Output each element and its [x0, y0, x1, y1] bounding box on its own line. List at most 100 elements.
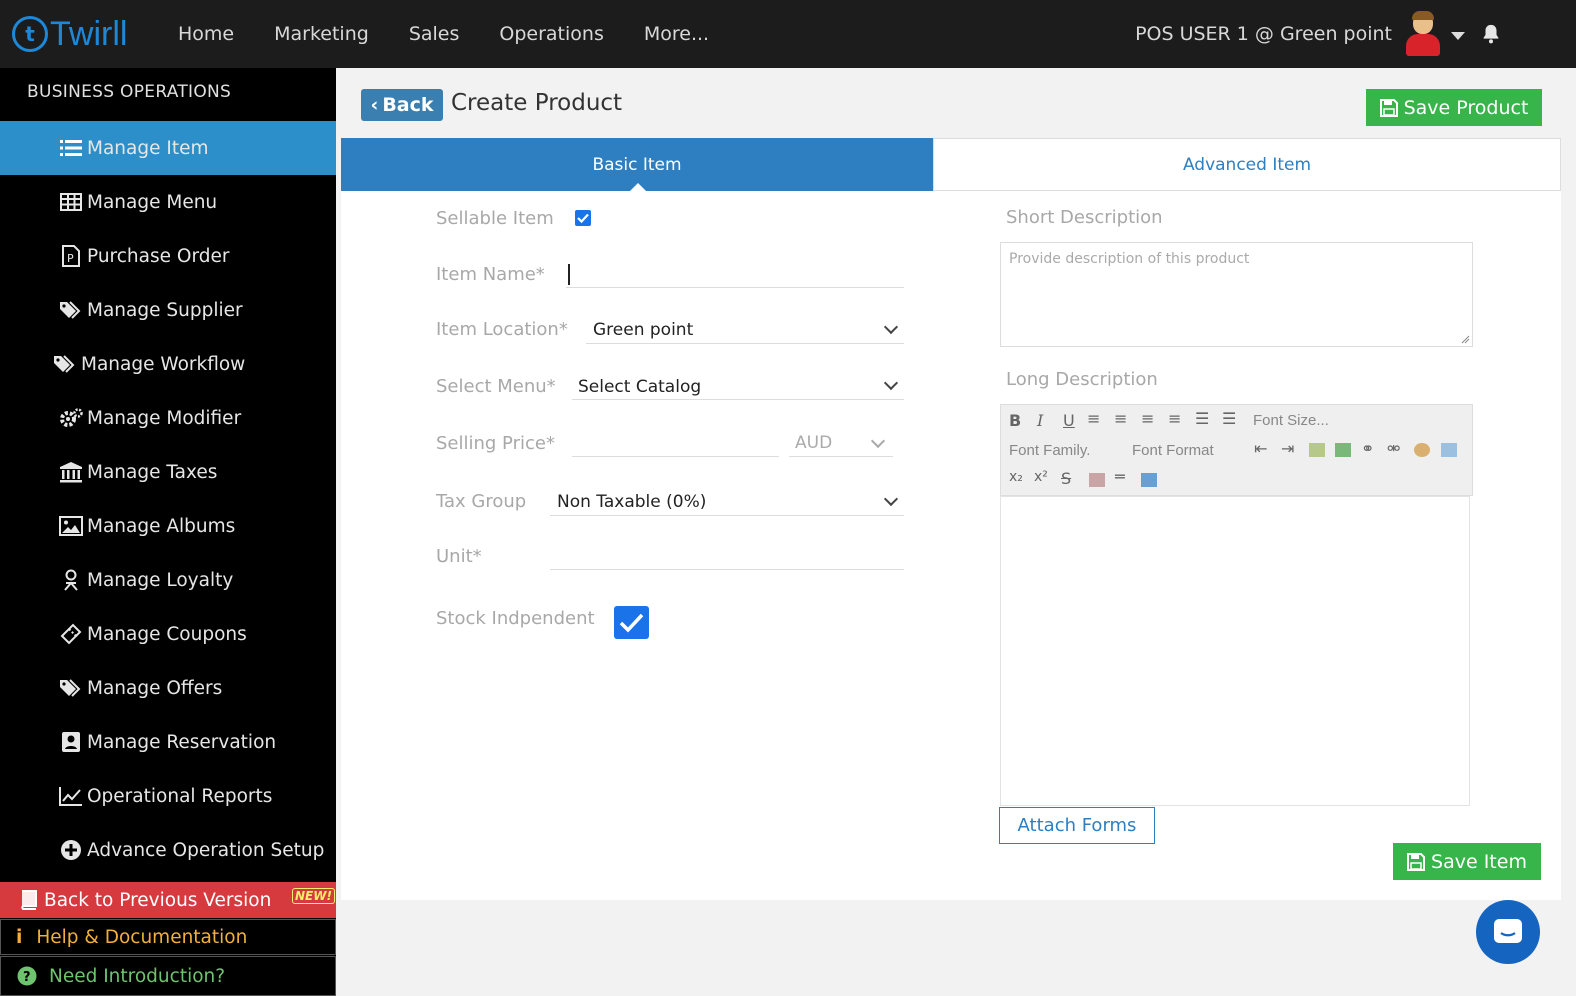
- sellable-item-checkbox[interactable]: [575, 210, 591, 226]
- align-right-icon[interactable]: ≡: [1141, 409, 1154, 428]
- tab-pointer: [629, 183, 647, 192]
- select-menu-select[interactable]: Select Catalog: [578, 377, 701, 397]
- tab-advanced-item[interactable]: Advanced Item: [933, 138, 1561, 191]
- currency-underline: [789, 456, 893, 457]
- sidebar-item-label: Purchase Order: [87, 245, 230, 267]
- horizontal-rule-icon[interactable]: ═: [1115, 467, 1125, 486]
- tab-basic-item[interactable]: Basic Item: [341, 138, 933, 192]
- back-to-previous-version[interactable]: Back to Previous Version NEW!: [0, 882, 336, 918]
- table-icon: [58, 191, 84, 213]
- save-product-button[interactable]: Save Product: [1366, 89, 1542, 126]
- need-introduction[interactable]: ? Need Introduction?: [0, 956, 336, 996]
- sidebar-item-manage-offers[interactable]: Manage Offers: [0, 661, 336, 715]
- nav-more[interactable]: More...: [624, 23, 729, 45]
- strikethrough-icon[interactable]: S: [1061, 469, 1071, 488]
- sidebar-item-manage-item[interactable]: Manage Item: [0, 121, 336, 175]
- floppy-icon: [1379, 98, 1398, 117]
- book-icon: [18, 890, 38, 910]
- sidebar-item-manage-menu[interactable]: Manage Menu: [0, 175, 336, 229]
- sidebar-item-manage-taxes[interactable]: Manage Taxes: [0, 445, 336, 499]
- new-badge: NEW!: [292, 888, 335, 904]
- user-avatar-icon[interactable]: [1404, 11, 1440, 56]
- selling-price-input[interactable]: [572, 456, 779, 457]
- ticket-icon: [58, 623, 84, 645]
- nav-marketing[interactable]: Marketing: [254, 23, 389, 45]
- item-name-input[interactable]: [566, 287, 904, 288]
- indent-icon[interactable]: ⇥: [1281, 439, 1294, 458]
- nav-sales[interactable]: Sales: [389, 23, 480, 45]
- twirll-logo[interactable]: t Twirll: [12, 12, 127, 56]
- item-location-underline: [586, 343, 904, 344]
- question-circle-icon: ?: [17, 966, 37, 986]
- intro-label: Need Introduction?: [49, 965, 226, 987]
- nav-operations[interactable]: Operations: [479, 23, 623, 45]
- currency-select[interactable]: AUD: [795, 433, 832, 453]
- sidebar-item-advance-operation-setup[interactable]: Advance Operation Setup: [0, 823, 336, 877]
- sidebar-item-purchase-order[interactable]: P Purchase Order: [0, 229, 336, 283]
- sidebar-item-operational-reports[interactable]: Operational Reports: [0, 769, 336, 823]
- sidebar-item-manage-reservation[interactable]: Manage Reservation: [0, 715, 336, 769]
- attach-forms-button[interactable]: Attach Forms: [999, 807, 1155, 844]
- sidebar-item-manage-workflow[interactable]: Manage Workflow: [0, 337, 336, 391]
- font-family-select[interactable]: Font Family.: [1009, 442, 1090, 459]
- underline-icon[interactable]: U: [1063, 411, 1075, 430]
- emoticon-icon[interactable]: [1414, 443, 1430, 457]
- short-description-textarea[interactable]: Provide description of this product: [1000, 242, 1473, 347]
- save-item-button[interactable]: Save Item: [1393, 843, 1541, 880]
- item-location-select[interactable]: Green point: [593, 320, 693, 340]
- bell-icon[interactable]: [1480, 22, 1502, 46]
- chevron-left-icon: ‹: [370, 94, 379, 116]
- tags-icon: [58, 299, 84, 321]
- ordered-list-icon[interactable]: ☰: [1195, 409, 1209, 428]
- align-left-icon[interactable]: ≡: [1087, 409, 1100, 428]
- italic-icon[interactable]: I: [1037, 411, 1043, 430]
- item-location-label: Item Location*: [436, 319, 568, 340]
- sidebar-item-manage-modifier[interactable]: Manage Modifier: [0, 391, 336, 445]
- selling-price-label: Selling Price*: [436, 433, 555, 454]
- sidebar: BUSINESS OPERATIONS Manage Item Manage M…: [0, 68, 336, 996]
- chat-launcher[interactable]: [1476, 900, 1540, 964]
- sidebar-item-label: Manage Item: [87, 137, 209, 159]
- unordered-list-icon[interactable]: ☰: [1222, 409, 1236, 428]
- sidebar-item-manage-albums[interactable]: Manage Albums: [0, 499, 336, 553]
- user-dropdown-icon[interactable]: [1451, 32, 1465, 40]
- long-description-label: Long Description: [1006, 369, 1158, 390]
- long-description-editor[interactable]: [1000, 496, 1470, 806]
- bank-icon: [58, 461, 84, 483]
- sidebar-item-label: Manage Supplier: [87, 299, 243, 321]
- bold-icon[interactable]: B: [1009, 411, 1021, 430]
- tax-group-underline: [550, 515, 904, 516]
- unit-label: Unit*: [436, 546, 482, 567]
- align-justify-icon[interactable]: ≡: [1168, 409, 1181, 428]
- outdent-icon[interactable]: ⇤: [1254, 439, 1267, 458]
- help-documentation[interactable]: i Help & Documentation: [0, 919, 336, 955]
- align-center-icon[interactable]: ≡: [1114, 409, 1127, 428]
- back-button[interactable]: ‹ Back: [361, 89, 443, 121]
- superscript-icon[interactable]: x²: [1034, 469, 1048, 485]
- subscript-icon[interactable]: x₂: [1009, 469, 1023, 485]
- sidebar-item-manage-loyalty[interactable]: Manage Loyalty: [0, 553, 336, 607]
- html-icon[interactable]: [1141, 473, 1157, 487]
- sidebar-item-manage-supplier[interactable]: Manage Supplier: [0, 283, 336, 337]
- unit-input[interactable]: [550, 569, 904, 570]
- page-title: Create Product: [451, 90, 623, 116]
- short-description-placeholder: Provide description of this product: [1009, 251, 1250, 267]
- sidebar-item-label: Manage Reservation: [87, 731, 277, 753]
- tax-group-select[interactable]: Non Taxable (0%): [557, 492, 706, 512]
- insert-image-icon[interactable]: [1335, 443, 1351, 457]
- nav-home[interactable]: Home: [158, 23, 254, 45]
- font-format-select[interactable]: Font Format: [1132, 442, 1214, 459]
- document-p-icon: P: [58, 245, 84, 267]
- resize-handle-icon[interactable]: [1460, 334, 1470, 344]
- edit-icon[interactable]: [1309, 443, 1325, 457]
- sidebar-item-manage-coupons[interactable]: Manage Coupons: [0, 607, 336, 661]
- unlink-icon[interactable]: ⚮: [1387, 439, 1400, 458]
- sellable-item-label: Sellable Item: [436, 208, 554, 229]
- image-icon: [58, 515, 84, 537]
- font-size-select[interactable]: Font Size...: [1253, 412, 1329, 429]
- remove-format-icon[interactable]: [1089, 473, 1105, 487]
- link-icon[interactable]: ⚭: [1361, 439, 1374, 458]
- source-icon[interactable]: [1441, 443, 1457, 457]
- user-label[interactable]: POS USER 1 @ Green point: [1135, 0, 1392, 68]
- stock-independent-checkbox[interactable]: [614, 606, 649, 639]
